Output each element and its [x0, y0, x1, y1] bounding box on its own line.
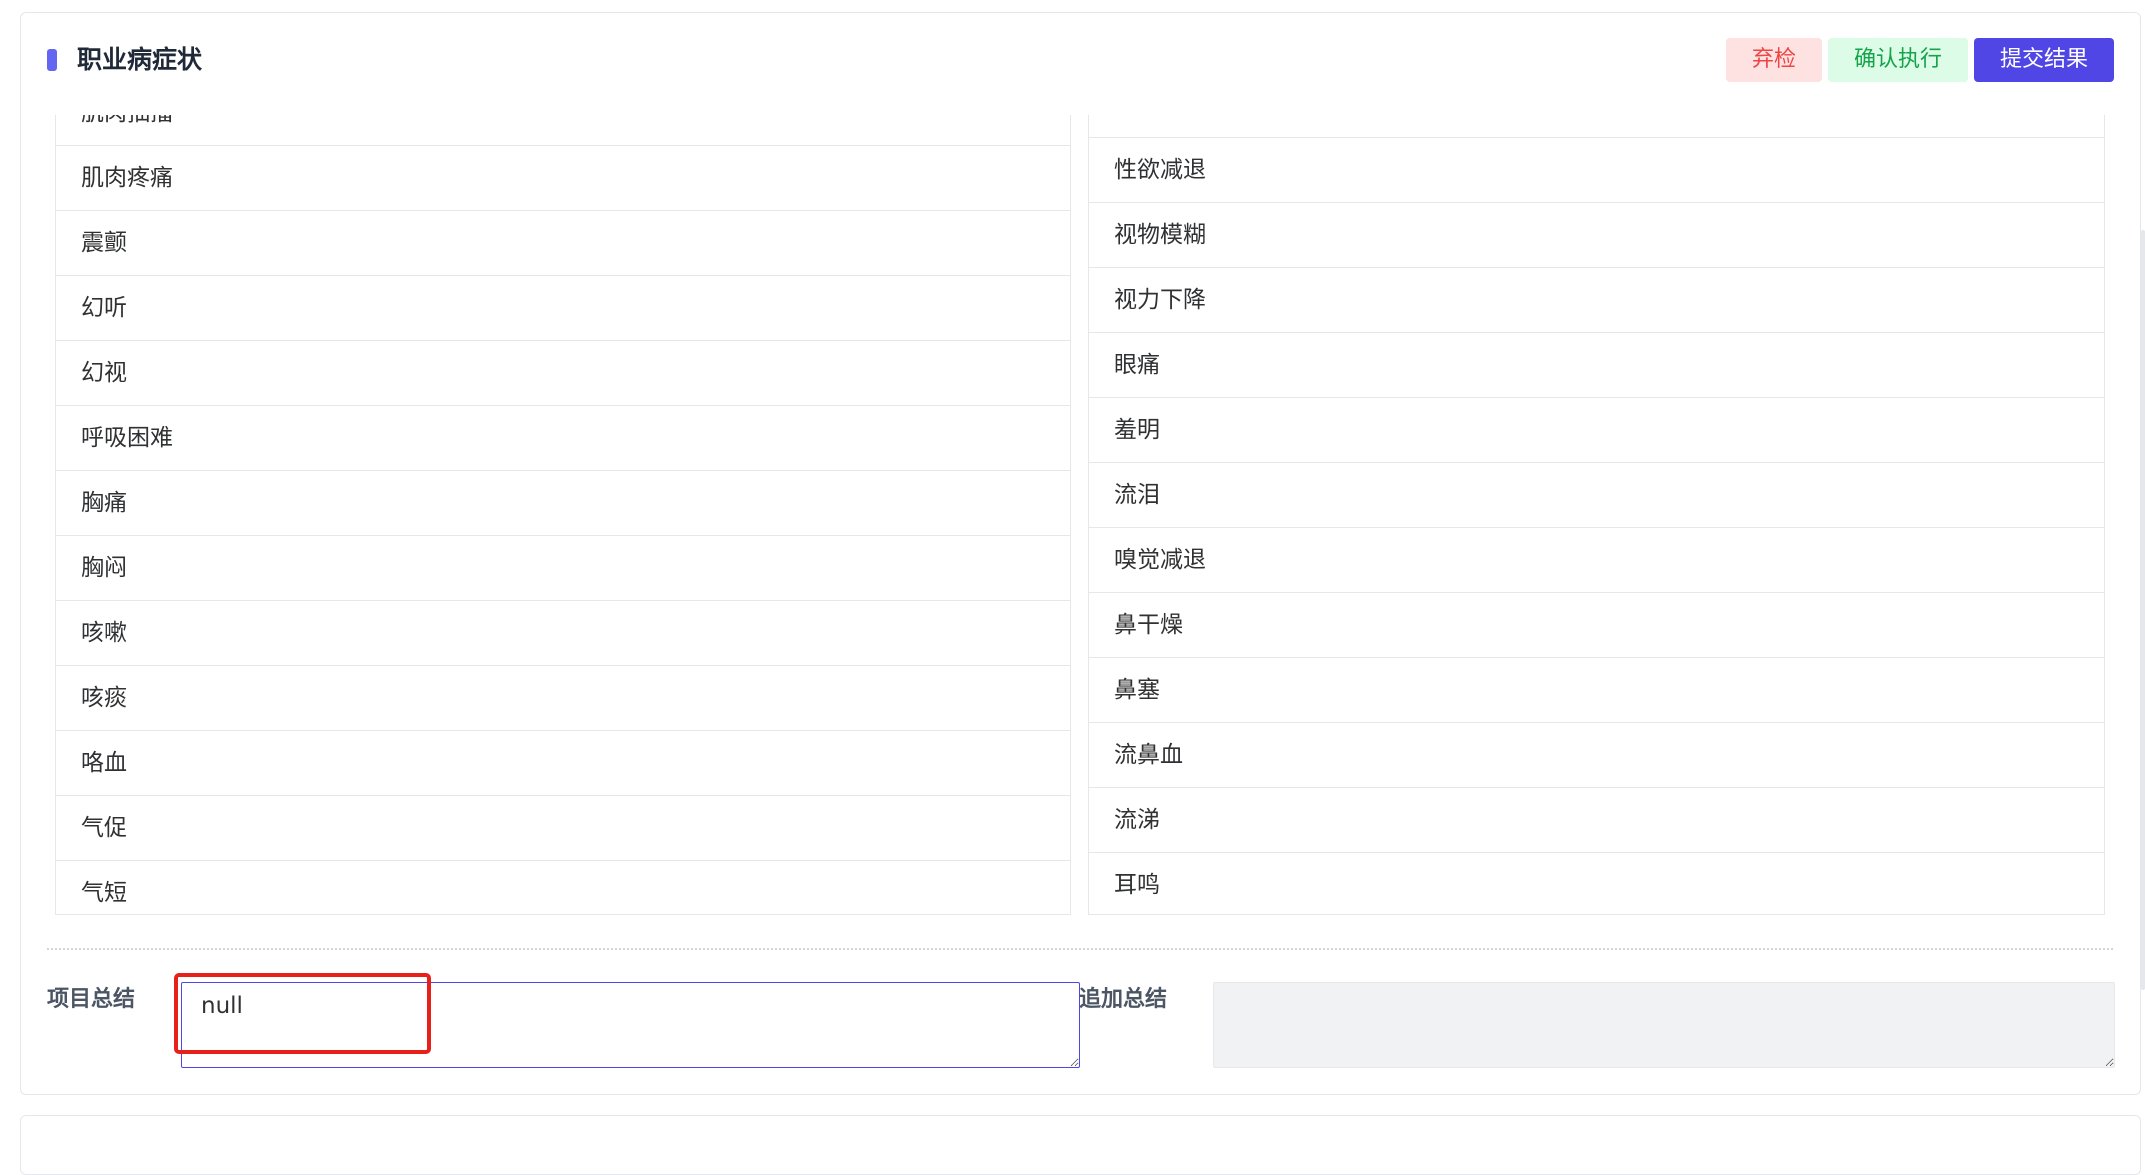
next-section-card [20, 1115, 2141, 1175]
symptom-list-item[interactable]: 气短 [56, 861, 1070, 914]
symptom-list-item[interactable]: 幻听 [56, 276, 1070, 341]
symptom-list-left-content: 肌肉抽搐肌肉疼痛震颤幻听幻视呼吸困难胸痛胸闷咳嗽咳痰咯血气促气短 [56, 115, 1070, 914]
page-scrollbar[interactable] [2141, 230, 2145, 990]
symptom-list-item[interactable]: 咯血 [56, 731, 1070, 796]
symptom-list-item[interactable]: 肌肉疼痛 [56, 146, 1070, 211]
submit-result-button[interactable]: 提交结果 [1974, 38, 2114, 82]
symptom-list-item[interactable]: 眼痛 [1089, 333, 2104, 398]
symptom-list-item[interactable]: 流鼻血 [1089, 723, 2104, 788]
symptom-list-item[interactable]: 鼻干燥 [1089, 593, 2104, 658]
symptom-list-item[interactable]: 胸闷 [56, 536, 1070, 601]
symptom-list-item[interactable]: 气促 [56, 796, 1070, 861]
symptom-list-right-content: 浮肿性欲减退视物模糊视力下降眼痛羞明流泪嗅觉减退鼻干燥鼻塞流鼻血流涕耳鸣 [1089, 115, 2104, 914]
symptom-list-item[interactable]: 肌肉抽搐 [56, 115, 1070, 146]
symptom-list-item[interactable]: 视物模糊 [1089, 203, 2104, 268]
section-divider [47, 948, 2113, 950]
symptom-list-item[interactable]: 鼻塞 [1089, 658, 2104, 723]
symptom-list-item[interactable]: 咳嗽 [56, 601, 1070, 666]
symptom-list-item[interactable]: 胸痛 [56, 471, 1070, 536]
symptom-list-right[interactable]: 浮肿性欲减退视物模糊视力下降眼痛羞明流泪嗅觉减退鼻干燥鼻塞流鼻血流涕耳鸣 [1088, 115, 2105, 915]
symptom-list-item[interactable]: 羞明 [1089, 398, 2104, 463]
project-summary-label: 项目总结 [47, 987, 136, 1012]
symptom-list-item[interactable]: 流涕 [1089, 788, 2104, 853]
symptom-list-item[interactable]: 性欲减退 [1089, 138, 2104, 203]
symptom-list-item[interactable]: 震颤 [56, 211, 1070, 276]
symptom-list-item[interactable]: 嗅觉减退 [1089, 528, 2104, 593]
symptom-list-item[interactable]: 流泪 [1089, 463, 2104, 528]
symptom-list-item[interactable]: 视力下降 [1089, 268, 2104, 333]
symptom-list-item[interactable]: 咳痰 [56, 666, 1070, 731]
append-summary-label: 追加总结 [1079, 987, 1168, 1012]
append-summary-textarea[interactable] [1213, 982, 2115, 1068]
symptom-list-item[interactable]: 幻视 [56, 341, 1070, 406]
section-title: 职业病症状 [77, 45, 203, 74]
confirm-execute-button[interactable]: 确认执行 [1828, 38, 1968, 82]
symptom-list-left[interactable]: 肌肉抽搐肌肉疼痛震颤幻听幻视呼吸困难胸痛胸闷咳嗽咳痰咯血气促气短 [55, 115, 1071, 915]
symptom-list-item[interactable]: 浮肿 [1089, 115, 2104, 138]
symptom-list-item[interactable]: 耳鸣 [1089, 853, 2104, 914]
section-marker-bar [47, 49, 57, 71]
symptom-list-item[interactable]: 呼吸困难 [56, 406, 1070, 471]
project-summary-textarea[interactable]: null [181, 982, 1080, 1068]
abandon-button[interactable]: 弃检 [1726, 38, 1822, 82]
